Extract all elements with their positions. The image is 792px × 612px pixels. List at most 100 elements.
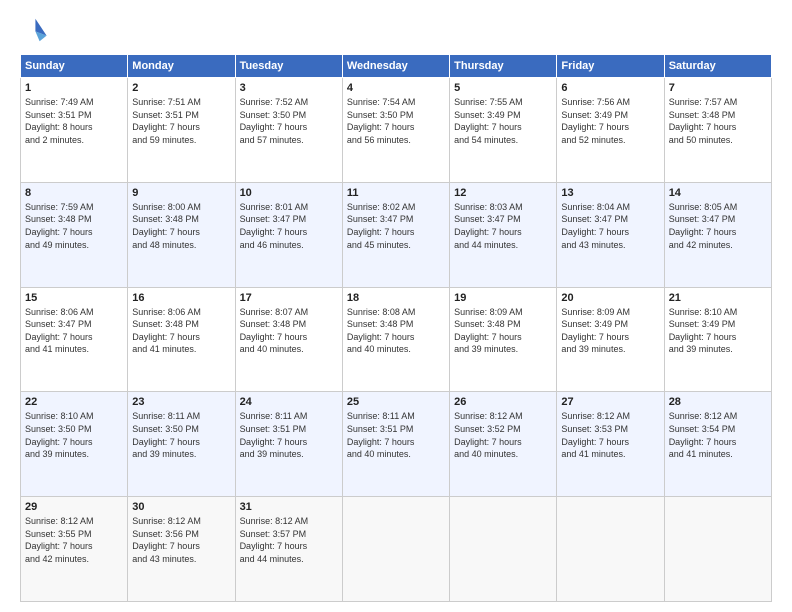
calendar-day: 14 Sunrise: 8:05 AMSunset: 3:47 PMDayligh… — [664, 182, 771, 287]
day-info: Sunrise: 8:01 AMSunset: 3:47 PMDaylight:… — [240, 201, 338, 251]
day-info: Sunrise: 7:57 AMSunset: 3:48 PMDaylight:… — [669, 96, 767, 146]
day-info: Sunrise: 7:52 AMSunset: 3:50 PMDaylight:… — [240, 96, 338, 146]
calendar-day: 22 Sunrise: 8:10 AMSunset: 3:50 PMDayligh… — [21, 392, 128, 497]
day-number: 28 — [669, 396, 767, 408]
day-number: 12 — [454, 187, 552, 199]
day-number: 2 — [132, 82, 230, 94]
day-info: Sunrise: 8:12 AMSunset: 3:52 PMDaylight:… — [454, 410, 552, 460]
calendar-day: 1 Sunrise: 7:49 AMSunset: 3:51 PMDaylight… — [21, 78, 128, 183]
day-info: Sunrise: 8:09 AMSunset: 3:49 PMDaylight:… — [561, 306, 659, 356]
weekday-header: Tuesday — [235, 55, 342, 78]
day-info: Sunrise: 8:06 AMSunset: 3:47 PMDaylight:… — [25, 306, 123, 356]
calendar-day: 6 Sunrise: 7:56 AMSunset: 3:49 PMDaylight… — [557, 78, 664, 183]
calendar-day: 12 Sunrise: 8:03 AMSunset: 3:47 PMDayligh… — [450, 182, 557, 287]
calendar-day: 16Sunrise: 8:06 AMSunset: 3:48 PMDayligh… — [128, 287, 235, 392]
day-number: 25 — [347, 396, 445, 408]
day-number: 20 — [561, 292, 659, 304]
day-info: Sunrise: 8:07 AMSunset: 3:48 PMDaylight:… — [240, 306, 338, 356]
calendar-day: 10 Sunrise: 8:01 AMSunset: 3:47 PMDayligh… — [235, 182, 342, 287]
day-number: 14 — [669, 187, 767, 199]
day-number: 5 — [454, 82, 552, 94]
header — [20, 16, 772, 44]
day-number: 27 — [561, 396, 659, 408]
day-info: Sunrise: 8:12 AMSunset: 3:56 PMDaylight:… — [132, 515, 230, 565]
day-number: 9 — [132, 187, 230, 199]
day-info: Sunrise: 7:54 AMSunset: 3:50 PMDaylight:… — [347, 96, 445, 146]
calendar-day: 18 Sunrise: 8:08 AMSunset: 3:48 PMDayligh… — [342, 287, 449, 392]
weekday-header: Wednesday — [342, 55, 449, 78]
calendar-day: 28 Sunrise: 8:12 AMSunset: 3:54 PMDayligh… — [664, 392, 771, 497]
day-info: Sunrise: 8:12 AMSunset: 3:54 PMDaylight:… — [669, 410, 767, 460]
day-info: Sunrise: 8:04 AMSunset: 3:47 PMDaylight:… — [561, 201, 659, 251]
calendar-week: 29 Sunrise: 8:12 AMSunset: 3:55 PMDayligh… — [21, 497, 772, 602]
day-number: 19 — [454, 292, 552, 304]
day-number: 15 — [25, 292, 123, 304]
day-number: 18 — [347, 292, 445, 304]
weekday-header: Thursday — [450, 55, 557, 78]
calendar-day: 25 Sunrise: 8:11 AMSunset: 3:51 PMDayligh… — [342, 392, 449, 497]
calendar-day: 7Sunrise: 7:57 AMSunset: 3:48 PMDaylight… — [664, 78, 771, 183]
calendar-day: 29 Sunrise: 8:12 AMSunset: 3:55 PMDayligh… — [21, 497, 128, 602]
calendar-empty — [342, 497, 449, 602]
calendar-day: 8Sunrise: 7:59 AMSunset: 3:48 PMDaylight… — [21, 182, 128, 287]
calendar-day: 17 Sunrise: 8:07 AMSunset: 3:48 PMDayligh… — [235, 287, 342, 392]
weekday-header: Friday — [557, 55, 664, 78]
weekday-header: Saturday — [664, 55, 771, 78]
day-number: 24 — [240, 396, 338, 408]
day-number: 17 — [240, 292, 338, 304]
logo — [20, 16, 52, 44]
calendar-day: 19 Sunrise: 8:09 AMSunset: 3:48 PMDayligh… — [450, 287, 557, 392]
calendar-week: 22 Sunrise: 8:10 AMSunset: 3:50 PMDayligh… — [21, 392, 772, 497]
page: SundayMondayTuesdayWednesdayThursdayFrid… — [0, 0, 792, 612]
day-number: 30 — [132, 501, 230, 513]
day-info: Sunrise: 8:11 AMSunset: 3:50 PMDaylight:… — [132, 410, 230, 460]
day-info: Sunrise: 7:55 AMSunset: 3:49 PMDaylight:… — [454, 96, 552, 146]
day-info: Sunrise: 8:05 AMSunset: 3:47 PMDaylight:… — [669, 201, 767, 251]
day-info: Sunrise: 8:10 AMSunset: 3:50 PMDaylight:… — [25, 410, 123, 460]
calendar-day: 23 Sunrise: 8:11 AMSunset: 3:50 PMDayligh… — [128, 392, 235, 497]
calendar-day: 11 Sunrise: 8:02 AMSunset: 3:47 PMDayligh… — [342, 182, 449, 287]
day-number: 23 — [132, 396, 230, 408]
weekday-header: Monday — [128, 55, 235, 78]
day-info: Sunrise: 7:56 AMSunset: 3:49 PMDaylight:… — [561, 96, 659, 146]
calendar-empty — [664, 497, 771, 602]
day-number: 13 — [561, 187, 659, 199]
day-info: Sunrise: 8:03 AMSunset: 3:47 PMDaylight:… — [454, 201, 552, 251]
day-info: Sunrise: 8:11 AMSunset: 3:51 PMDaylight:… — [347, 410, 445, 460]
calendar-day: 27 Sunrise: 8:12 AMSunset: 3:53 PMDayligh… — [557, 392, 664, 497]
day-number: 11 — [347, 187, 445, 199]
weekday-header: Sunday — [21, 55, 128, 78]
day-info: Sunrise: 8:06 AMSunset: 3:48 PMDaylight:… — [132, 306, 230, 356]
calendar-week: 15 Sunrise: 8:06 AMSunset: 3:47 PMDayligh… — [21, 287, 772, 392]
day-info: Sunrise: 7:49 AMSunset: 3:51 PMDaylight:… — [25, 96, 123, 146]
logo-icon — [20, 16, 48, 44]
weekday-row: SundayMondayTuesdayWednesdayThursdayFrid… — [21, 55, 772, 78]
calendar-day: 15 Sunrise: 8:06 AMSunset: 3:47 PMDayligh… — [21, 287, 128, 392]
calendar-body: 1 Sunrise: 7:49 AMSunset: 3:51 PMDaylight… — [21, 78, 772, 602]
day-number: 4 — [347, 82, 445, 94]
day-info: Sunrise: 7:59 AMSunset: 3:48 PMDaylight:… — [25, 201, 123, 251]
calendar-day: 2 Sunrise: 7:51 AMSunset: 3:51 PMDaylight… — [128, 78, 235, 183]
day-number: 10 — [240, 187, 338, 199]
day-number: 22 — [25, 396, 123, 408]
calendar-day: 13 Sunrise: 8:04 AMSunset: 3:47 PMDayligh… — [557, 182, 664, 287]
day-number: 3 — [240, 82, 338, 94]
calendar-week: 8Sunrise: 7:59 AMSunset: 3:48 PMDaylight… — [21, 182, 772, 287]
day-number: 1 — [25, 82, 123, 94]
day-number: 26 — [454, 396, 552, 408]
day-info: Sunrise: 8:00 AMSunset: 3:48 PMDaylight:… — [132, 201, 230, 251]
day-info: Sunrise: 8:12 AMSunset: 3:53 PMDaylight:… — [561, 410, 659, 460]
day-number: 31 — [240, 501, 338, 513]
day-info: Sunrise: 8:12 AMSunset: 3:55 PMDaylight:… — [25, 515, 123, 565]
day-number: 6 — [561, 82, 659, 94]
day-info: Sunrise: 8:08 AMSunset: 3:48 PMDaylight:… — [347, 306, 445, 356]
calendar-day: 3 Sunrise: 7:52 AMSunset: 3:50 PMDaylight… — [235, 78, 342, 183]
day-info: Sunrise: 7:51 AMSunset: 3:51 PMDaylight:… — [132, 96, 230, 146]
calendar-day: 20 Sunrise: 8:09 AMSunset: 3:49 PMDayligh… — [557, 287, 664, 392]
day-number: 29 — [25, 501, 123, 513]
calendar-day: 9 Sunrise: 8:00 AMSunset: 3:48 PMDaylight… — [128, 182, 235, 287]
calendar-day: 30 Sunrise: 8:12 AMSunset: 3:56 PMDayligh… — [128, 497, 235, 602]
day-info: Sunrise: 8:02 AMSunset: 3:47 PMDaylight:… — [347, 201, 445, 251]
calendar: SundayMondayTuesdayWednesdayThursdayFrid… — [20, 54, 772, 602]
day-info: Sunrise: 8:09 AMSunset: 3:48 PMDaylight:… — [454, 306, 552, 356]
